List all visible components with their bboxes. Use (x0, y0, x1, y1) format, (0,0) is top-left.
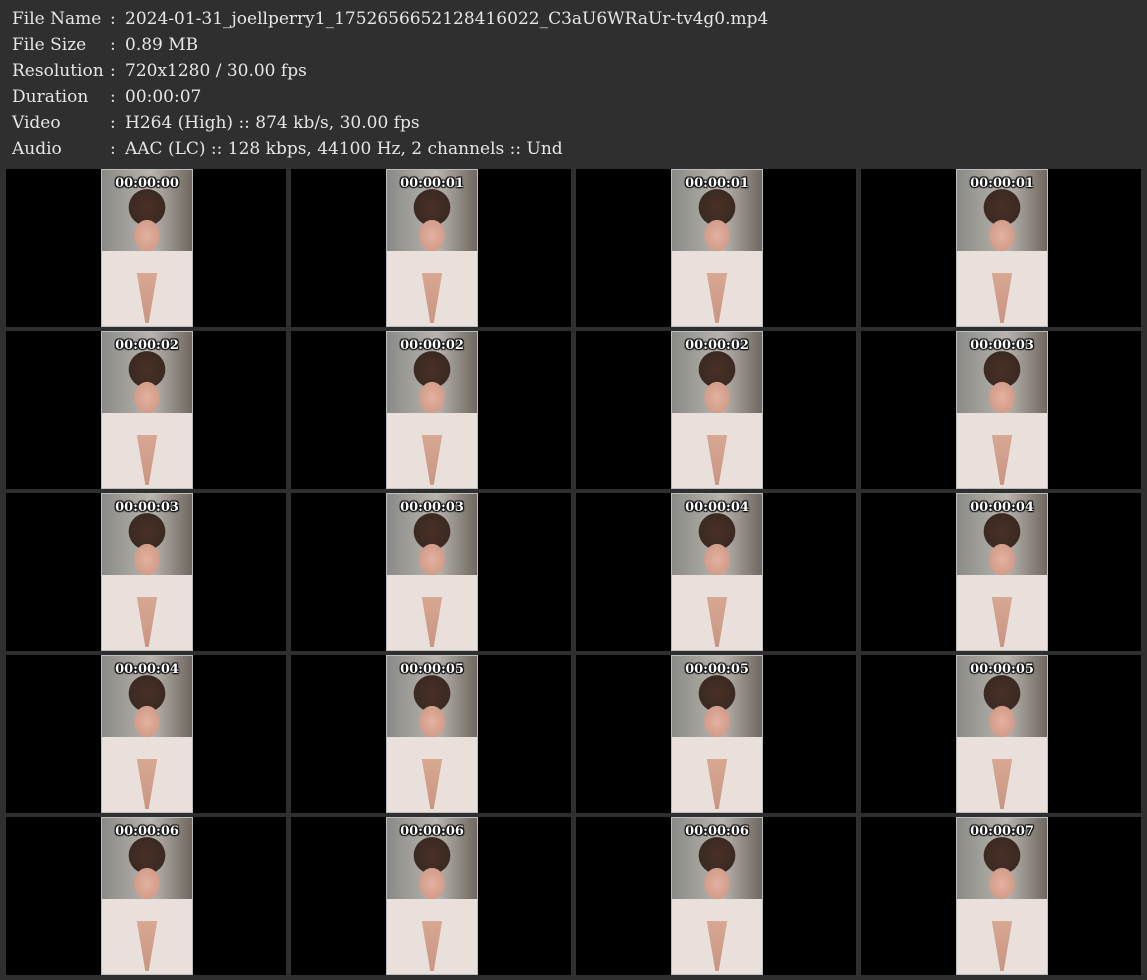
thumbnail-cell[interactable]: 00:00:05 (576, 655, 856, 813)
video-frame-thumbnail: 00:00:04 (101, 655, 193, 813)
info-row-resolution: Resolution : 720x1280 / 30.00 fps (12, 58, 1132, 84)
info-row-video: Video : H264 (High) :: 874 kb/s, 30.00 f… (12, 110, 1132, 136)
video-frame-thumbnail: 00:00:02 (386, 331, 478, 489)
thumbnail-cell[interactable]: 00:00:06 (6, 817, 286, 975)
info-row-file-name: File Name : 2024-01-31_joellperry1_17526… (12, 6, 1132, 32)
video-frame-thumbnail: 00:00:02 (671, 331, 763, 489)
video-frame-thumbnail: 00:00:05 (671, 655, 763, 813)
frame-timestamp: 00:00:06 (400, 824, 464, 839)
thumbnail-cell[interactable]: 00:00:04 (861, 493, 1141, 651)
video-frame-thumbnail: 00:00:01 (956, 169, 1048, 327)
video-frame-thumbnail: 00:00:06 (671, 817, 763, 975)
thumbnail-cell[interactable]: 00:00:03 (861, 331, 1141, 489)
frame-timestamp: 00:00:02 (115, 338, 179, 353)
info-label: Duration (12, 87, 89, 107)
frame-timestamp: 00:00:01 (970, 176, 1034, 191)
media-info-panel: File Name : 2024-01-31_joellperry1_17526… (12, 6, 1132, 162)
thumbnail-cell[interactable]: 00:00:06 (291, 817, 571, 975)
thumbnail-cell[interactable]: 00:00:00 (6, 169, 286, 327)
info-row-audio: Audio : AAC (LC) :: 128 kbps, 44100 Hz, … (12, 136, 1132, 162)
video-frame-thumbnail: 00:00:05 (956, 655, 1048, 813)
frame-timestamp: 00:00:02 (400, 338, 464, 353)
video-frame-thumbnail: 00:00:03 (956, 331, 1048, 489)
video-frame-thumbnail: 00:00:07 (956, 817, 1048, 975)
info-separator: : (110, 61, 116, 81)
video-frame-thumbnail: 00:00:02 (101, 331, 193, 489)
thumbnail-grid: 00:00:00 00:00:01 00:00:01 00:00:01 00:00:02… (6, 169, 1141, 975)
frame-timestamp: 00:00:01 (685, 176, 749, 191)
thumbnail-cell[interactable]: 00:00:01 (861, 169, 1141, 327)
frame-timestamp: 00:00:04 (685, 500, 749, 515)
info-separator: : (110, 9, 116, 29)
video-frame-thumbnail: 00:00:05 (386, 655, 478, 813)
thumbnail-cell[interactable]: 00:00:07 (861, 817, 1141, 975)
info-value: H264 (High) :: 874 kb/s, 30.00 fps (125, 113, 420, 133)
info-row-duration: Duration : 00:00:07 (12, 84, 1132, 110)
video-frame-thumbnail: 00:00:03 (386, 493, 478, 651)
info-separator: : (110, 87, 116, 107)
frame-timestamp: 00:00:04 (970, 500, 1034, 515)
thumbnail-cell[interactable]: 00:00:04 (576, 493, 856, 651)
video-frame-thumbnail: 00:00:01 (671, 169, 763, 327)
info-label: File Name (12, 9, 102, 29)
frame-timestamp: 00:00:00 (115, 176, 179, 191)
frame-timestamp: 00:00:06 (685, 824, 749, 839)
info-value: 2024-01-31_joellperry1_17526566521284160… (125, 9, 769, 29)
thumbnail-cell[interactable]: 00:00:06 (576, 817, 856, 975)
thumbnail-cell[interactable]: 00:00:04 (6, 655, 286, 813)
info-label: File Size (12, 35, 87, 55)
thumbnail-cell[interactable]: 00:00:05 (291, 655, 571, 813)
info-label: Video (12, 113, 61, 133)
info-value: 0.89 MB (125, 35, 199, 55)
info-label: Audio (12, 139, 62, 159)
thumbnail-cell[interactable]: 00:00:01 (291, 169, 571, 327)
info-separator: : (110, 35, 116, 55)
frame-timestamp: 00:00:04 (115, 662, 179, 677)
thumbnail-cell[interactable]: 00:00:02 (291, 331, 571, 489)
frame-timestamp: 00:00:05 (685, 662, 749, 677)
thumbnail-cell[interactable]: 00:00:03 (291, 493, 571, 651)
thumbnail-cell[interactable]: 00:00:02 (6, 331, 286, 489)
frame-timestamp: 00:00:05 (400, 662, 464, 677)
info-separator: : (110, 139, 116, 159)
info-value: AAC (LC) :: 128 kbps, 44100 Hz, 2 channe… (125, 139, 563, 159)
thumbnail-cell[interactable]: 00:00:03 (6, 493, 286, 651)
thumbnail-cell[interactable]: 00:00:05 (861, 655, 1141, 813)
frame-timestamp: 00:00:03 (400, 500, 464, 515)
frame-timestamp: 00:00:05 (970, 662, 1034, 677)
video-frame-thumbnail: 00:00:06 (386, 817, 478, 975)
frame-timestamp: 00:00:07 (970, 824, 1034, 839)
video-frame-thumbnail: 00:00:01 (386, 169, 478, 327)
info-value: 720x1280 / 30.00 fps (125, 61, 307, 81)
frame-timestamp: 00:00:06 (115, 824, 179, 839)
info-separator: : (110, 113, 116, 133)
video-frame-thumbnail: 00:00:00 (101, 169, 193, 327)
thumbnail-cell[interactable]: 00:00:01 (576, 169, 856, 327)
video-frame-thumbnail: 00:00:04 (956, 493, 1048, 651)
info-label: Resolution (12, 61, 104, 81)
frame-timestamp: 00:00:03 (115, 500, 179, 515)
frame-timestamp: 00:00:02 (685, 338, 749, 353)
frame-timestamp: 00:00:01 (400, 176, 464, 191)
frame-timestamp: 00:00:03 (970, 338, 1034, 353)
video-frame-thumbnail: 00:00:06 (101, 817, 193, 975)
info-row-file-size: File Size : 0.89 MB (12, 32, 1132, 58)
video-frame-thumbnail: 00:00:03 (101, 493, 193, 651)
video-frame-thumbnail: 00:00:04 (671, 493, 763, 651)
thumbnail-cell[interactable]: 00:00:02 (576, 331, 856, 489)
info-value: 00:00:07 (125, 87, 202, 107)
